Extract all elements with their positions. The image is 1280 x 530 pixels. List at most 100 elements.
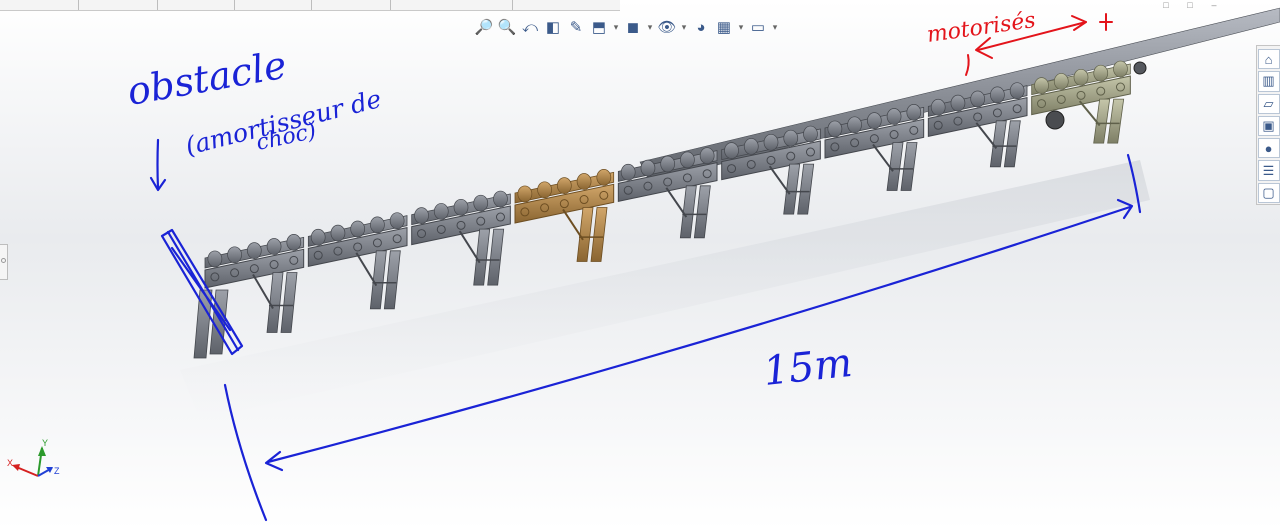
roller (556, 177, 572, 195)
roller (827, 120, 843, 138)
roller (783, 129, 799, 147)
feature-manager-expand-tab[interactable] (0, 244, 8, 280)
conveyor-section (514, 169, 615, 262)
roller (414, 207, 429, 224)
roller (1034, 77, 1049, 94)
roller (620, 163, 636, 181)
home-icon[interactable]: ⌂ (1257, 49, 1280, 70)
support-leg (383, 250, 401, 310)
roller (310, 228, 326, 246)
conveyor-section (411, 190, 511, 286)
roller (1073, 68, 1089, 86)
roller (266, 238, 282, 255)
graphics-area[interactable]: □ □ – obstacle (amortisseur de choc) mot… (0, 0, 1280, 530)
roller (433, 203, 449, 220)
triad-x-arrow (12, 464, 20, 471)
roller (286, 234, 302, 251)
support-leg (693, 185, 711, 239)
view-orientation-icon[interactable]: ⬒ (589, 16, 609, 38)
roller (389, 212, 405, 230)
task-pane-tabs: ⌂ ▥ ▱ ▣ ● ☰ ▢ (1256, 45, 1280, 205)
diagonal-brace (355, 252, 378, 287)
view-settings-icon[interactable]: ▭ (748, 16, 768, 38)
expand-dot-icon (1, 258, 6, 263)
roller (330, 224, 346, 242)
motorised-range-line (977, 21, 1087, 51)
conveyor-model[interactable] (0, 0, 1280, 530)
support-leg (900, 142, 918, 191)
forum-icon[interactable]: ▢ (1257, 182, 1280, 203)
diagonal-brace (872, 143, 894, 172)
support-leg (487, 228, 505, 286)
hide-show-items-icon[interactable]: 👁 (657, 16, 677, 38)
roller (724, 142, 739, 159)
dynamic-annotation-icon[interactable]: ✎ (566, 16, 586, 38)
conveyor-section (617, 147, 718, 239)
roller (886, 108, 902, 125)
roller (1113, 60, 1128, 78)
roller (1093, 64, 1109, 82)
chevron-down-icon[interactable]: ▾ (771, 22, 779, 33)
design-library-icon[interactable]: ▥ (1257, 71, 1280, 92)
view-palette-icon[interactable]: ▣ (1257, 115, 1280, 137)
roller (350, 220, 366, 238)
previous-view-icon[interactable]: ⤺ (520, 16, 540, 38)
roller (227, 246, 242, 264)
chevron-down-icon[interactable]: ▾ (612, 22, 620, 33)
edit-appearance-icon[interactable]: ◕ (691, 16, 711, 38)
roller (847, 116, 862, 134)
diagonal-brace (975, 122, 998, 150)
chevron-down-icon[interactable]: ▾ (737, 22, 745, 33)
zoom-to-fit-icon[interactable]: 🔎 (474, 16, 494, 38)
support-leg (1003, 120, 1021, 168)
floor-shadow (180, 160, 1150, 420)
roller (763, 133, 779, 151)
zoom-to-area-icon[interactable]: 🔍 (497, 16, 517, 38)
roller (537, 181, 552, 199)
chevron-down-icon[interactable]: ▾ (646, 22, 654, 33)
support-leg (797, 163, 815, 215)
roller (207, 250, 223, 268)
roller (596, 169, 612, 186)
custom-properties-icon[interactable]: ☰ (1257, 160, 1280, 181)
roller (493, 190, 508, 208)
display-style-icon[interactable]: ◼ (623, 16, 643, 38)
support-leg (590, 207, 608, 262)
triad-x-label: X (7, 458, 13, 468)
roller (743, 138, 759, 155)
reference-triad: Y X Z (7, 438, 60, 477)
roller (699, 147, 715, 165)
roller (1009, 82, 1025, 100)
roller (866, 112, 882, 130)
roller (370, 216, 385, 234)
roller (906, 104, 922, 121)
roller (1053, 73, 1069, 90)
motorised-end-mark (1099, 13, 1113, 31)
file-explorer-icon[interactable]: ▱ (1257, 93, 1280, 114)
diagonal-brace (1078, 100, 1101, 127)
apply-scene-icon[interactable]: ▦ (714, 16, 734, 38)
roller (680, 151, 695, 169)
support-leg (1107, 98, 1125, 144)
conveyor-section (307, 212, 408, 310)
drive-sprocket (1045, 110, 1065, 130)
roller (246, 242, 262, 260)
roller (930, 98, 946, 116)
roller (803, 125, 818, 143)
chevron-down-icon[interactable]: ▾ (680, 22, 688, 33)
diagonal-brace (458, 230, 481, 264)
diagonal-brace (562, 208, 584, 241)
diagonal-brace (665, 187, 688, 218)
roller (473, 194, 489, 212)
appearances-icon[interactable]: ● (1257, 138, 1280, 159)
triad-z-label: Z (54, 466, 60, 476)
roller (453, 198, 469, 216)
heads-up-view-toolbar: 🔎 🔍 ⤺ ◧ ✎ ⬒ ▾ ◼ ▾ 👁 ▾ ◕ ▦ ▾ ▭ ▾ (474, 14, 779, 40)
roller (576, 173, 592, 190)
support-leg (280, 272, 298, 333)
section-view-icon[interactable]: ◧ (543, 16, 563, 38)
roller (950, 94, 966, 112)
diagonal-brace (768, 165, 791, 195)
roller (970, 90, 986, 108)
motorised-bracket (965, 54, 970, 76)
